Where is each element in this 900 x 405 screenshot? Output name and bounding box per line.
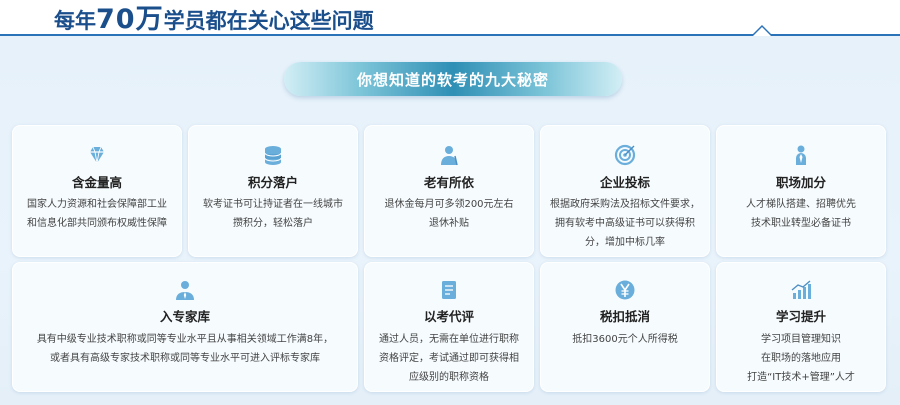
section-banner: 你想知道的软考的九大秘密 <box>284 62 622 96</box>
target-icon <box>614 144 636 166</box>
document-icon <box>442 281 456 299</box>
section-banner-label: 你想知道的软考的九大秘密 <box>356 70 549 89</box>
card-description: 人才梯队搭建、招聘优先 技术职业转型必备证书 <box>746 199 856 229</box>
card-title: 企业投标 <box>599 175 650 190</box>
headline-prefix: 每年 <box>54 9 96 33</box>
card-tax-deduction[interactable]: 税扣抵消 抵扣3600元个人所得税 <box>540 262 710 392</box>
headline-number: 70万 <box>96 4 164 35</box>
card-description: 通过人员，无需在单位进行职称 资格评定，考试通过即可获得相 应级别的职称资格 <box>379 334 519 383</box>
card-career-bonus[interactable]: 职场加分 人才梯队搭建、招聘优先 技术职业转型必备证书 <box>716 125 886 257</box>
card-description: 抵扣3600元个人所得税 <box>572 334 678 345</box>
card-description: 学习项目管理知识 在职场的落地应用 打造“IT技术+管理”人才 <box>747 334 855 383</box>
expert-person-icon <box>176 281 194 300</box>
coin-stack-icon <box>264 146 282 165</box>
card-expert-pool[interactable]: 入专家库 具有中级专业技术职称或同等专业水平且从事相关领域工作满8年， 或者具有… <box>12 262 358 392</box>
card-exam-instead-review[interactable]: 以考代评 通过人员，无需在单位进行职称 资格评定，考试通过即可获得相 应级别的职… <box>364 262 534 392</box>
card-description: 根据政府采购法及招标文件要求， 拥有软考中高级证书可以获得积 分，增加中标几率 <box>550 199 700 248</box>
card-title: 含金量高 <box>71 175 122 190</box>
card-description: 具有中级专业技术职称或同等专业水平且从事相关领域工作满8年， 或者具有高级专家技… <box>36 334 334 364</box>
card-description: 国家人力资源和社会保障部工业 和信息化部共同颁布权威性保障 <box>27 199 167 229</box>
card-bidding[interactable]: 企业投标 根据政府采购法及招标文件要求， 拥有软考中高级证书可以获得积 分，增加… <box>540 125 710 257</box>
yen-coin-icon <box>615 280 635 300</box>
page-headline: 每年 70万 学员都在关心这些问题 <box>54 4 374 34</box>
card-title: 积分落户 <box>247 175 298 190</box>
card-title: 入专家库 <box>159 309 210 324</box>
professional-person-icon <box>796 145 806 165</box>
elder-person-icon <box>441 146 458 166</box>
card-retirement[interactable]: 老有所依 退休金每月可多领200元左右 退休补贴 <box>364 125 534 257</box>
card-title: 税扣抵消 <box>599 309 650 324</box>
card-title: 老有所依 <box>423 175 474 190</box>
card-points-settlement[interactable]: 积分落户 软考证书可让持证者在一线城市 攒积分，轻松落户 <box>188 125 358 257</box>
card-title: 以考代评 <box>423 309 474 324</box>
card-description: 退休金每月可多领200元左右 退休补贴 <box>384 199 514 229</box>
card-title: 职场加分 <box>775 175 826 190</box>
card-learning-growth[interactable]: 学习提升 学习项目管理知识 在职场的落地应用 打造“IT技术+管理”人才 <box>716 262 886 392</box>
growth-chart-icon <box>791 280 811 299</box>
card-gold-value[interactable]: 含金量高 国家人力资源和社会保障部工业 和信息化部共同颁布权威性保障 <box>12 125 182 257</box>
card-description: 软考证书可让持证者在一线城市 攒积分，轻松落户 <box>203 199 343 229</box>
card-title: 学习提升 <box>775 309 826 324</box>
diamond-icon <box>90 146 104 164</box>
headline-suffix: 学员都在关心这些问题 <box>163 9 374 33</box>
